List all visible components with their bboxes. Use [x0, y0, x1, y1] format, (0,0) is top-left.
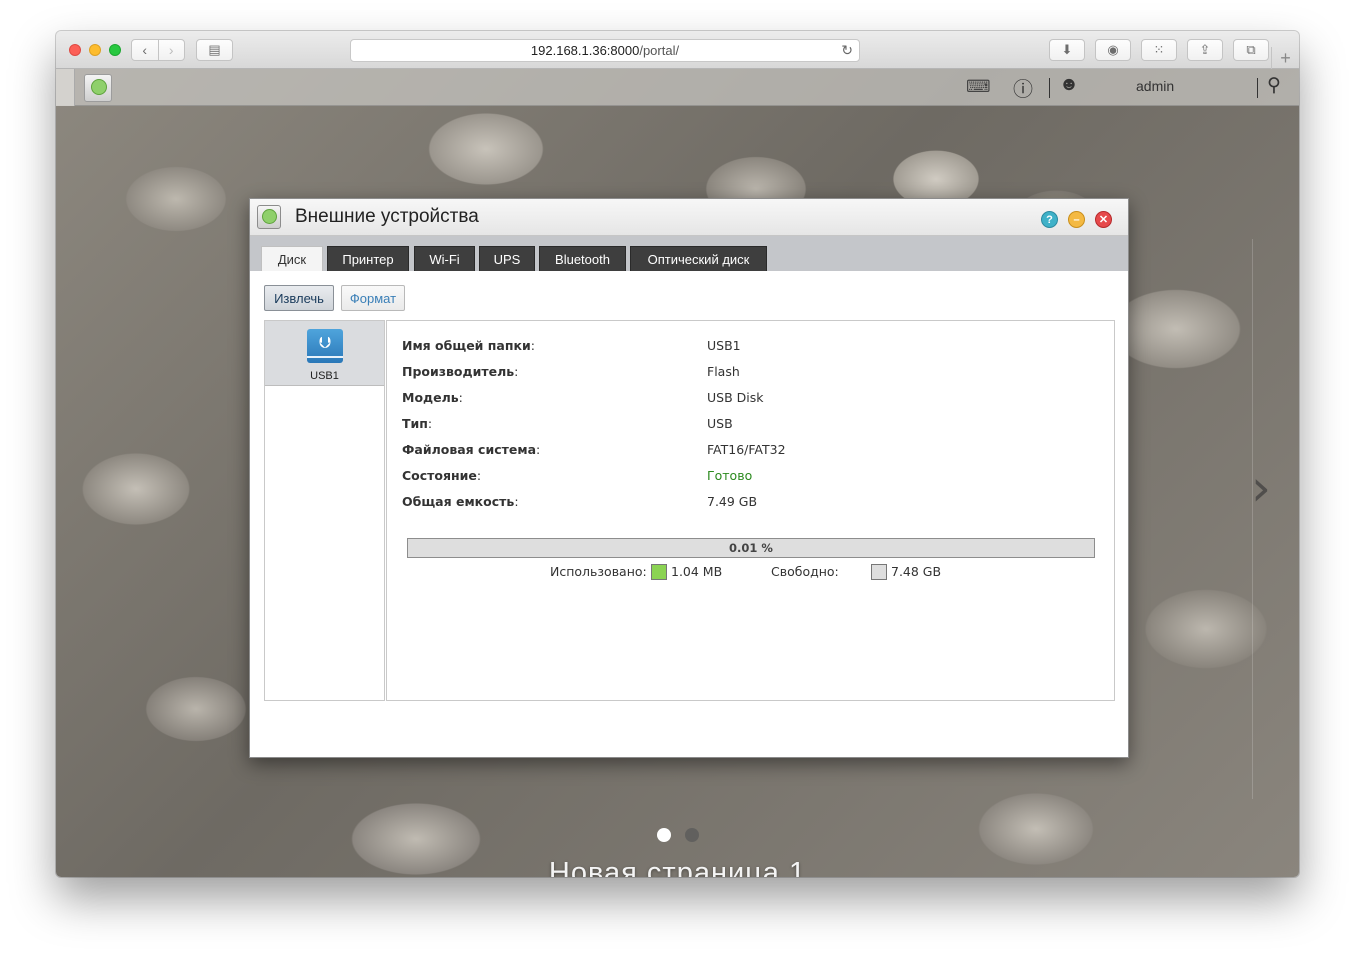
detail-value: 7.49 GB	[707, 494, 758, 509]
page-indicator	[657, 828, 699, 842]
keyboard-icon[interactable]: ⌨	[966, 77, 991, 97]
desktop-taskbar: ⌨ ⓘ ☻ admin ⚲	[56, 69, 1299, 106]
used-value: 1.04 MB	[671, 564, 723, 579]
usage-progress-bar: 0.01 %	[407, 538, 1095, 558]
forward-icon[interactable]: ›	[157, 40, 185, 60]
device-item-usb1[interactable]: ⮋ USB1	[265, 321, 384, 386]
detail-value: USB1	[707, 338, 741, 353]
taskbar-handle[interactable]	[56, 69, 75, 106]
page-edge-line	[1252, 239, 1253, 799]
free-label: Свободно:	[771, 564, 839, 579]
detail-key: Состояние:	[402, 468, 482, 483]
tab-ups[interactable]: UPS	[479, 246, 535, 271]
nas-desktop: ⌨ ⓘ ☻ admin ⚲ › Новая страница 1 Внешние…	[56, 69, 1299, 877]
browser-window: ‹ › ▤ 192.168.1.36:8000/portal/ ↻ ⬇ ◉ ⁙ …	[56, 31, 1299, 877]
user-name[interactable]: admin	[1136, 78, 1174, 94]
zoom-window-button[interactable]	[109, 44, 121, 56]
tab-disk[interactable]: Диск	[261, 246, 323, 271]
browser-toolbar: ‹ › ▤ 192.168.1.36:8000/portal/ ↻ ⬇ ◉ ⁙ …	[56, 31, 1299, 69]
desktop-page-label: Новая страница 1	[548, 857, 807, 877]
status-value: Готово	[707, 468, 753, 483]
device-list: ⮋ USB1	[264, 320, 385, 701]
user-icon[interactable]: ☻	[1059, 74, 1079, 96]
tab-bluetooth[interactable]: Bluetooth	[539, 246, 626, 271]
external-devices-dialog: Внешние устройства ? – ✕ Диск Принтер Wi…	[249, 198, 1129, 758]
address-path: /portal/	[639, 43, 680, 58]
search-icon[interactable]: ⚲	[1267, 74, 1281, 97]
detail-key: Тип:	[402, 416, 433, 431]
sidebar-icon[interactable]: ▤	[196, 39, 233, 61]
tab-optical-disk[interactable]: Оптический диск	[630, 246, 767, 271]
page-dot-2[interactable]	[685, 828, 699, 842]
eject-button[interactable]: Извлечь	[264, 285, 334, 311]
device-details: Имя общей папки: USB1 Производитель: Fla…	[386, 320, 1115, 701]
free-color-swatch	[871, 564, 887, 580]
usage-percent: 0.01 %	[729, 541, 773, 555]
used-label: Использовано:	[550, 564, 647, 579]
external-devices-icon	[257, 205, 281, 229]
download-icon[interactable]: ⬇	[1049, 39, 1085, 61]
free-value: 7.48 GB	[891, 564, 942, 579]
help-button[interactable]: ?	[1041, 211, 1058, 228]
tab-printer[interactable]: Принтер	[327, 246, 409, 271]
taskbar-separator	[1257, 78, 1258, 98]
used-color-swatch	[651, 564, 667, 580]
close-button[interactable]: ✕	[1095, 211, 1112, 228]
next-page-arrow-icon[interactable]: ›	[1251, 459, 1271, 517]
device-name: USB1	[310, 370, 339, 382]
detail-key: Модель:	[402, 390, 463, 405]
share-icon[interactable]: ⇪	[1187, 39, 1223, 61]
address-bar[interactable]: 192.168.1.36:8000/portal/ ↻	[350, 39, 860, 62]
tab-wifi[interactable]: Wi-Fi	[414, 246, 475, 271]
format-button[interactable]: Формат	[341, 285, 405, 311]
extension-icon[interactable]: ◉	[1095, 39, 1131, 61]
page-dot-1[interactable]	[657, 828, 671, 842]
reload-icon[interactable]: ↻	[841, 42, 853, 59]
external-devices-app-icon[interactable]	[84, 74, 112, 102]
dialog-title: Внешние устройства	[295, 206, 479, 227]
detail-value: Flash	[707, 364, 740, 379]
paw-icon[interactable]: ⁙	[1141, 39, 1177, 61]
detail-value: USB	[707, 416, 733, 431]
new-tab-icon[interactable]: +	[1271, 47, 1299, 69]
detail-key: Имя общей папки:	[402, 338, 535, 353]
usb-drive-icon: ⮋	[307, 329, 343, 363]
usb-symbol-icon: ⮋	[318, 333, 332, 352]
detail-value: FAT16/FAT32	[707, 442, 786, 457]
back-icon[interactable]: ‹	[132, 40, 158, 60]
device-tabs: Диск Принтер Wi-Fi UPS Bluetooth Оптичес…	[250, 236, 1128, 271]
minimize-button[interactable]: –	[1068, 211, 1085, 228]
info-icon[interactable]: ⓘ	[1013, 73, 1033, 102]
detail-value: USB Disk	[707, 390, 764, 405]
detail-key: Общая емкость:	[402, 494, 519, 509]
close-window-button[interactable]	[69, 44, 81, 56]
detail-key: Файловая система:	[402, 442, 541, 457]
minimize-window-button[interactable]	[89, 44, 101, 56]
detail-key: Производитель:	[402, 364, 519, 379]
tabs-icon[interactable]: ⧉	[1233, 39, 1269, 61]
address-host: 192.168.1.36:8000	[530, 43, 640, 58]
dialog-header[interactable]: Внешние устройства ? – ✕	[250, 199, 1128, 236]
taskbar-separator	[1049, 78, 1050, 98]
history-nav: ‹ ›	[131, 39, 185, 61]
